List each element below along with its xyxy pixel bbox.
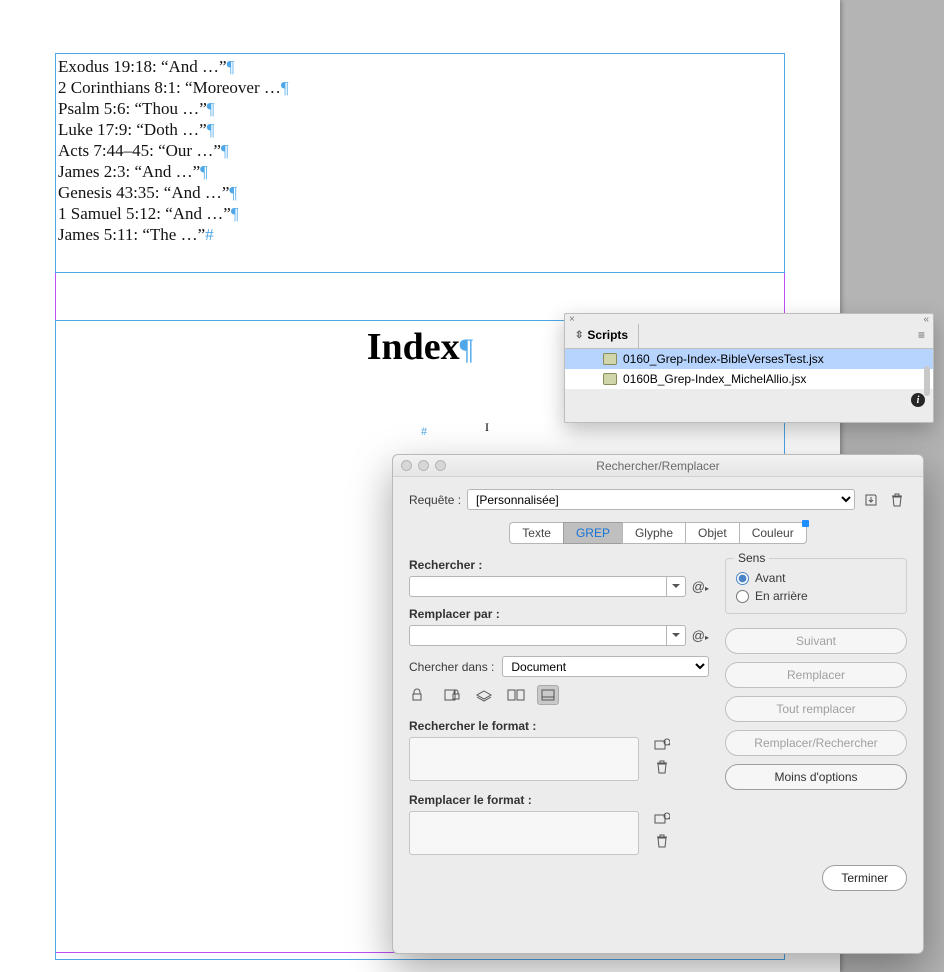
script-list[interactable]: 0160_Grep-Index-BibleVersesTest.jsx 0160… xyxy=(565,349,933,389)
jsx-file-icon xyxy=(603,373,617,385)
special-chars-replace-icon[interactable]: @▸ xyxy=(692,628,709,643)
tab-object[interactable]: Objet xyxy=(685,522,739,544)
replace-history-dropdown[interactable] xyxy=(666,625,686,646)
tab-color[interactable]: Couleur xyxy=(739,522,807,544)
direction-legend: Sens xyxy=(734,551,769,565)
close-icon[interactable]: × xyxy=(569,314,575,324)
scrollbar-thumb[interactable] xyxy=(924,366,930,396)
special-chars-search-icon[interactable]: @▸ xyxy=(692,579,709,594)
query-label: Requête : xyxy=(409,493,461,507)
replace-format-label: Remplacer le format : xyxy=(409,793,709,807)
done-button[interactable]: Terminer xyxy=(822,865,907,891)
modified-dot-icon xyxy=(802,520,809,527)
clear-search-format-icon[interactable] xyxy=(653,759,671,775)
script-item[interactable]: 0160_Grep-Index-BibleVersesTest.jsx xyxy=(565,349,933,369)
find-next-button[interactable]: Suivant xyxy=(725,628,907,654)
sort-icon: ⇳ xyxy=(575,330,583,341)
dialog-title: Rechercher/Remplacer xyxy=(393,459,923,473)
dialog-titlebar[interactable]: Rechercher/Remplacer xyxy=(393,455,923,477)
script-name: 0160_Grep-Index-BibleVersesTest.jsx xyxy=(623,352,824,366)
save-query-icon[interactable] xyxy=(861,490,881,510)
replace-input[interactable] xyxy=(409,625,666,646)
pilcrow-icon: ¶ xyxy=(227,57,235,76)
search-label: Rechercher : xyxy=(409,558,709,572)
scripts-panel[interactable]: × « ⇳ Scripts ≡ 0160_Grep-Index-BibleVer… xyxy=(564,313,934,423)
body-line: Genesis 43:35: “And …” xyxy=(58,183,229,202)
clear-replace-format-icon[interactable] xyxy=(653,833,671,849)
radio-backward[interactable] xyxy=(736,590,749,603)
delete-query-icon[interactable] xyxy=(887,490,907,510)
include-footnotes-icon[interactable] xyxy=(537,685,559,705)
specify-search-format-icon[interactable] xyxy=(653,737,671,753)
panel-menu-icon[interactable]: ≡ xyxy=(910,324,933,348)
replace-find-button[interactable]: Remplacer/Rechercher xyxy=(725,730,907,756)
replace-button[interactable]: Remplacer xyxy=(725,662,907,688)
body-line: Psalm 5:6: “Thou …” xyxy=(58,99,207,118)
body-line: James 5:11: “The …” xyxy=(58,225,205,244)
specify-replace-format-icon[interactable] xyxy=(653,811,671,827)
direction-forward[interactable]: Avant xyxy=(736,571,896,585)
pilcrow-icon: ¶ xyxy=(200,162,208,181)
pilcrow-icon: ¶ xyxy=(207,120,215,139)
pilcrow-icon: ¶ xyxy=(460,333,474,366)
direction-forward-label: Avant xyxy=(755,571,785,585)
scope-label: Chercher dans : xyxy=(409,660,494,674)
pilcrow-icon: ¶ xyxy=(221,141,229,160)
tab-grep[interactable]: GREP xyxy=(563,522,622,544)
replace-format-box[interactable] xyxy=(409,811,639,855)
body-line: Exodus 19:18: “And …” xyxy=(58,57,227,76)
collapse-icon[interactable]: « xyxy=(923,314,929,324)
pilcrow-icon: ¶ xyxy=(231,204,239,223)
replace-all-button[interactable]: Tout remplacer xyxy=(725,696,907,722)
query-select[interactable]: [Personnalisée] xyxy=(467,489,855,510)
search-format-box[interactable] xyxy=(409,737,639,781)
search-input[interactable] xyxy=(409,576,666,597)
include-locked-layers-icon[interactable] xyxy=(409,685,431,705)
script-item[interactable]: 0160B_Grep-Index_MichelAllio.jsx xyxy=(565,369,933,389)
pilcrow-icon: ¶ xyxy=(207,99,215,118)
story-text-frame[interactable]: Exodus 19:18: “And …”¶ 2 Corinthians 8:1… xyxy=(55,53,785,273)
body-line: Luke 17:9: “Doth …” xyxy=(58,120,207,139)
end-of-story-icon: # xyxy=(421,424,427,439)
direction-backward-label: En arrière xyxy=(755,589,808,603)
script-name: 0160B_Grep-Index_MichelAllio.jsx xyxy=(623,372,806,386)
pilcrow-icon: ¶ xyxy=(229,183,237,202)
include-hidden-layers-icon[interactable] xyxy=(473,685,495,705)
radio-forward[interactable] xyxy=(736,572,749,585)
scope-select[interactable]: Document xyxy=(502,656,709,677)
search-format-label: Rechercher le format : xyxy=(409,719,709,733)
end-of-story-icon: # xyxy=(205,225,214,244)
body-line: 1 Samuel 5:12: “And …” xyxy=(58,204,231,223)
tab-label: Scripts xyxy=(587,328,628,342)
replace-label: Remplacer par : xyxy=(409,607,709,621)
direction-backward[interactable]: En arrière xyxy=(736,589,896,603)
include-master-pages-icon[interactable] xyxy=(505,685,527,705)
info-icon[interactable]: i xyxy=(911,393,925,407)
jsx-file-icon xyxy=(603,353,617,365)
tab-scripts[interactable]: ⇳ Scripts xyxy=(565,324,639,348)
include-locked-stories-icon[interactable] xyxy=(441,685,463,705)
text-cursor-icon: I xyxy=(485,420,493,436)
body-text[interactable]: Exodus 19:18: “And …”¶ 2 Corinthians 8:1… xyxy=(56,54,784,247)
tab-text[interactable]: Texte xyxy=(509,522,563,544)
index-heading-text: Index xyxy=(367,326,460,368)
direction-group: Sens Avant En arrière xyxy=(725,558,907,614)
body-line: 2 Corinthians 8:1: “Moreover … xyxy=(58,78,281,97)
find-replace-dialog[interactable]: Rechercher/Remplacer Requête : [Personna… xyxy=(392,454,924,954)
fewer-options-button[interactable]: Moins d'options xyxy=(725,764,907,790)
tab-glyph[interactable]: Glyphe xyxy=(622,522,685,544)
body-line: Acts 7:44–45: “Our …” xyxy=(58,141,221,160)
body-line: James 2:3: “And …” xyxy=(58,162,200,181)
search-history-dropdown[interactable] xyxy=(666,576,686,597)
pilcrow-icon: ¶ xyxy=(281,78,289,97)
